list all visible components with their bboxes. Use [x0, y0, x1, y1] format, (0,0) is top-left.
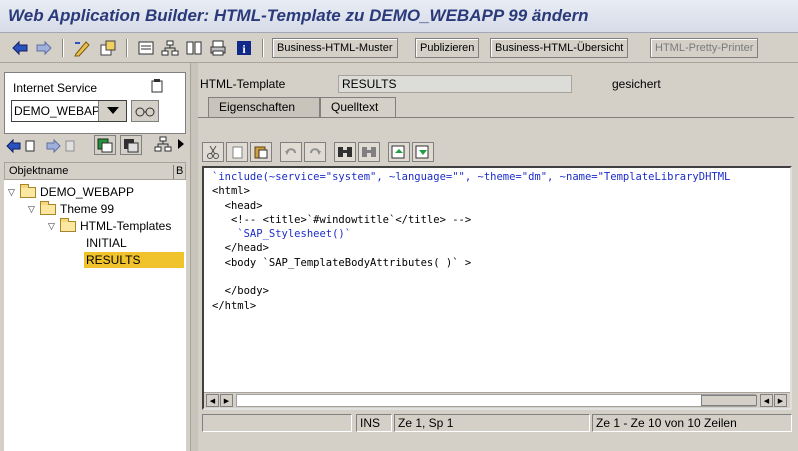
- scroll-track[interactable]: [236, 394, 757, 407]
- expand-triangle-icon[interactable]: ▽: [28, 204, 40, 215]
- business-html-uebersicht-button[interactable]: Business-HTML-Übersicht: [490, 38, 629, 58]
- chevron-right-icon[interactable]: [178, 139, 184, 152]
- scroll-thumb[interactable]: [701, 395, 757, 406]
- find-next-icon[interactable]: [358, 142, 380, 162]
- window-title: Web Application Builder: HTML-Template z…: [8, 6, 589, 25]
- save-status: gesichert: [612, 77, 661, 91]
- split-view-icon[interactable]: [184, 38, 204, 58]
- upload-icon[interactable]: [388, 142, 410, 162]
- scroll-left-end-icon[interactable]: ◀: [760, 394, 773, 407]
- tree-stack-icon[interactable]: [120, 135, 142, 155]
- display-glasses-icon[interactable]: [131, 100, 159, 122]
- print-icon[interactable]: [208, 38, 228, 58]
- code-line-7: <body `SAP_TemplateBodyAttributes( )` >: [212, 256, 472, 269]
- tree-copy-icon[interactable]: [94, 135, 116, 155]
- line-range: Ze 1 - Ze 10 von 10 Zeilen: [592, 414, 792, 432]
- status-cell-empty: [202, 414, 352, 432]
- title-bar: Web Application Builder: HTML-Template z…: [0, 0, 798, 33]
- code-line-6: </head>: [212, 242, 269, 255]
- activate-icon[interactable]: [98, 38, 118, 58]
- folder-icon: [40, 200, 56, 215]
- editor-status-bar: INS Ze 1, Sp 1 Ze 1 - Ze 10 von 10 Zeile…: [202, 414, 792, 432]
- hierarchy-icon[interactable]: [160, 38, 180, 58]
- expand-triangle-icon[interactable]: ▽: [8, 187, 20, 198]
- source-panel: `include(~service="system", ~language=""…: [198, 117, 794, 451]
- tree-node-demo-webapp[interactable]: ▽ DEMO_WEBAPP: [8, 183, 134, 200]
- tab-eigenschaften[interactable]: Eigenschaften: [208, 97, 320, 117]
- scroll-right-end-icon[interactable]: ▶: [774, 394, 787, 407]
- tab-quelltext[interactable]: Quelltext: [320, 97, 396, 118]
- tree-toolbar: [4, 135, 186, 159]
- download-icon[interactable]: [412, 142, 434, 162]
- code-line-10: </html>: [212, 299, 257, 312]
- panel-splitter[interactable]: [190, 63, 198, 451]
- tree-node-html-templates[interactable]: ▽ HTML-Templates: [48, 218, 186, 234]
- folder-icon: [20, 183, 36, 198]
- service-label: Internet Service: [13, 81, 98, 95]
- publizieren-button[interactable]: Publizieren: [415, 38, 480, 58]
- code-line-9: </body>: [212, 285, 269, 298]
- code-line-4: <!-- <title>`#windowtitle`</title> -->: [212, 213, 472, 226]
- code-line-2: <html>: [212, 185, 250, 198]
- code-editor[interactable]: `include(~service="system", ~language=""…: [202, 166, 792, 410]
- tree-node-results[interactable]: RESULTS: [84, 252, 184, 268]
- code-line-3: <head>: [212, 199, 263, 212]
- horizontal-scrollbar[interactable]: ◀ ▶ ◀ ▶: [204, 392, 790, 408]
- service-selector: Internet Service DEMO_WEBAPP: [4, 72, 186, 134]
- navigation-panel: Internet Service DEMO_WEBAPP: [0, 63, 190, 451]
- scroll-left-icon[interactable]: ◀: [206, 394, 219, 407]
- tree-header: Objektname B: [4, 162, 186, 180]
- column-b[interactable]: B: [173, 165, 183, 179]
- find-icon[interactable]: [334, 142, 356, 162]
- html-pretty-printer-button[interactable]: HTML-Pretty-Printer: [650, 38, 759, 58]
- back-arrow-icon[interactable]: [10, 38, 30, 58]
- info-icon[interactable]: i: [234, 38, 254, 58]
- cut-icon[interactable]: [202, 142, 224, 162]
- service-value: DEMO_WEBAPP: [14, 104, 98, 118]
- cursor-position: Ze 1, Sp 1: [394, 414, 590, 432]
- expand-triangle-icon[interactable]: ▽: [48, 221, 60, 232]
- object-list-icon[interactable]: [136, 38, 156, 58]
- template-name-field: RESULTS: [338, 75, 572, 93]
- tree-back-icon[interactable]: [6, 137, 42, 158]
- column-objektname[interactable]: Objektname: [9, 165, 68, 177]
- code-line-1: `include(~service="system", ~language=""…: [212, 171, 731, 183]
- forward-arrow-icon[interactable]: [34, 38, 54, 58]
- business-html-muster-button[interactable]: Business-HTML-Muster: [272, 38, 398, 58]
- tree-node-initial[interactable]: INITIAL: [86, 235, 127, 251]
- undo-icon[interactable]: [280, 142, 302, 162]
- template-label: HTML-Template: [200, 77, 286, 91]
- tree-hierarchy-icon[interactable]: [154, 135, 176, 155]
- scroll-right-icon[interactable]: ▶: [220, 394, 233, 407]
- paste-icon[interactable]: [250, 142, 272, 162]
- insert-mode: INS: [356, 414, 392, 432]
- redo-icon[interactable]: [304, 142, 326, 162]
- service-combobox[interactable]: DEMO_WEBAPP: [11, 100, 127, 122]
- clipboard-icon[interactable]: [151, 79, 163, 96]
- tree-forward-icon[interactable]: [46, 137, 82, 158]
- copy-icon[interactable]: [226, 142, 248, 162]
- application-toolbar: i Business-HTML-Muster Publizieren Busin…: [0, 33, 798, 63]
- object-tree: ▽ DEMO_WEBAPP ▽ Theme 99 ▽ HTML-Template…: [4, 180, 186, 451]
- tree-node-theme[interactable]: ▽ Theme 99: [28, 200, 114, 217]
- main-area: HTML-Template RESULTS gesichert Eigensch…: [198, 63, 798, 451]
- folder-icon: [60, 218, 76, 232]
- code-text[interactable]: `include(~service="system", ~language=""…: [212, 170, 730, 313]
- toggle-edit-icon[interactable]: [72, 38, 92, 58]
- chevron-down-icon[interactable]: [98, 101, 126, 121]
- code-line-5: `SAP_Stylesheet()`: [212, 228, 352, 241]
